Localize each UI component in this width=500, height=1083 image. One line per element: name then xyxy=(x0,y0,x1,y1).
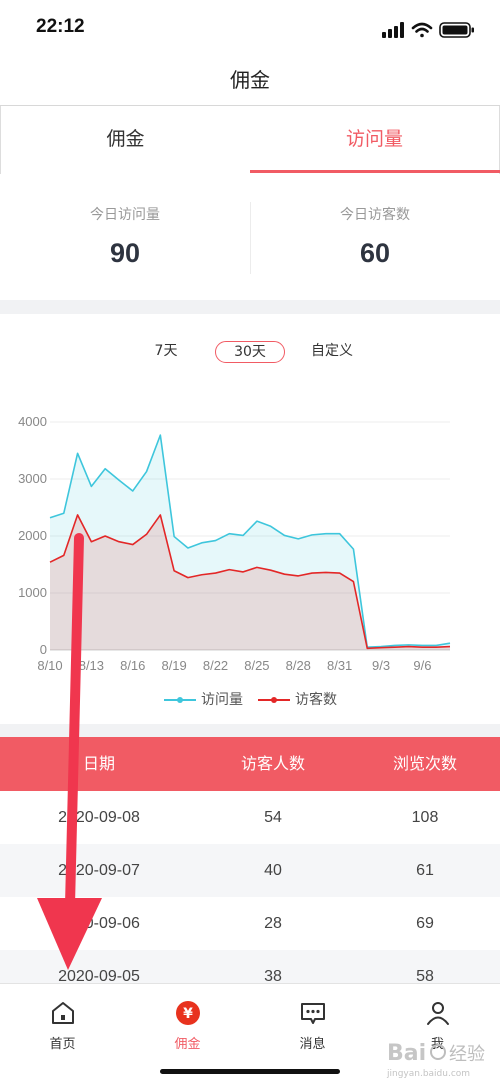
cell-views: 61 xyxy=(416,862,434,879)
x-tick-label: 8/16 xyxy=(120,658,145,673)
table-row: 2020-09-07 40 61 xyxy=(0,844,500,897)
section-gap xyxy=(0,300,500,314)
cell-visitors: 28 xyxy=(264,915,282,932)
stat-today-visits: 今日访问量 90 xyxy=(0,176,250,300)
tab-bar: 佣金 访问量 xyxy=(0,106,500,174)
legend-visits-label: 访问量 xyxy=(201,692,243,708)
y-tick-label: 3000 xyxy=(18,471,47,486)
column-header-views: 浏览次数 xyxy=(392,754,457,773)
x-tick-label: 8/13 xyxy=(79,658,104,673)
tabbar-label: 佣金 xyxy=(174,1037,201,1052)
x-tick-label: 8/19 xyxy=(161,658,186,673)
person-icon xyxy=(427,1002,449,1025)
table-row: 2020-09-08 54 108 xyxy=(0,791,500,844)
tabbar-item-messages[interactable]: 消息 xyxy=(250,984,375,1054)
stat-today-visitors: 今日访客数 60 xyxy=(250,176,500,300)
stat-label: 今日访问量 xyxy=(90,207,160,223)
range-30-days-button[interactable]: 30天 xyxy=(215,341,285,363)
cell-date: 2020-09-08 xyxy=(58,809,140,826)
range-selector: 7天 30天 自定义 xyxy=(0,338,500,368)
tabbar-item-commission[interactable]: ¥ 佣金 xyxy=(125,984,250,1054)
stats-panel: 今日访问量 90 今日访客数 60 xyxy=(0,176,500,300)
tab-visits[interactable]: 访问量 xyxy=(250,106,500,174)
tabbar-label: 消息 xyxy=(299,1037,326,1052)
svg-text:¥: ¥ xyxy=(183,1006,193,1022)
status-bar: 22:12 xyxy=(0,0,500,56)
range-custom-button[interactable]: 自定义 xyxy=(302,341,362,363)
y-tick-label: 1000 xyxy=(18,585,47,600)
cell-visitors: 54 xyxy=(264,809,282,826)
y-tick-label: 2000 xyxy=(18,528,47,543)
cell-views: 108 xyxy=(411,809,439,826)
stat-value: 60 xyxy=(359,238,391,268)
status-time: 22:12 xyxy=(36,16,85,37)
x-tick-label: 8/28 xyxy=(286,658,311,673)
home-indicator xyxy=(160,1069,340,1074)
tab-commission[interactable]: 佣金 xyxy=(0,106,250,174)
table-row: 2020-09-06 28 69 xyxy=(0,897,500,950)
legend-visitors-marker xyxy=(258,697,290,703)
x-tick-label: 8/10 xyxy=(37,658,62,673)
stat-label: 今日访客数 xyxy=(340,207,410,223)
column-header-visitors: 访客人数 xyxy=(240,754,305,773)
home-icon xyxy=(52,1002,74,1024)
x-tick-label: 9/3 xyxy=(372,658,390,673)
battery-icon xyxy=(439,22,474,38)
stat-value: 90 xyxy=(109,238,141,268)
column-header-date: 日期 xyxy=(82,754,115,773)
x-tick-label: 8/25 xyxy=(244,658,269,673)
x-tick-label: 9/6 xyxy=(413,658,431,673)
cell-date: 2020-09-06 xyxy=(58,915,140,932)
yen-coin-icon: ¥ xyxy=(176,1001,200,1025)
baidu-jingyan-watermark: Bai 经验 jingyan.baidu.com xyxy=(386,1041,485,1079)
y-tick-label: 4000 xyxy=(18,414,47,429)
status-icons xyxy=(382,22,474,38)
wifi-icon xyxy=(411,22,433,38)
svg-text:jingyan.baidu.com: jingyan.baidu.com xyxy=(386,1069,470,1079)
tabbar-item-home[interactable]: 首页 xyxy=(0,984,125,1054)
visits-chart: 0 1000 2000 3000 4000 8/10 8/13 8/16 8/19 8/22 8/2… xyxy=(18,414,451,673)
svg-text:经验: 经验 xyxy=(449,1044,485,1065)
legend-visitors-label: 访客数 xyxy=(295,692,337,708)
x-tick-label: 8/31 xyxy=(327,658,352,673)
table-header: 日期 访客人数 浏览次数 xyxy=(0,737,500,791)
cell-views: 69 xyxy=(416,915,434,932)
chart-legend: 访问量 访客数 xyxy=(0,688,500,712)
cell-date: 2020-09-07 xyxy=(58,862,140,879)
active-tab-indicator xyxy=(250,170,500,173)
legend-visits-marker xyxy=(164,697,196,703)
message-icon xyxy=(301,1003,325,1024)
range-7-days-button[interactable]: 7天 xyxy=(146,341,186,363)
cell-visitors: 40 xyxy=(264,862,282,879)
y-tick-label: 0 xyxy=(40,642,47,657)
tabbar-label: 首页 xyxy=(49,1037,76,1052)
svg-text:Bai: Bai xyxy=(387,1041,426,1066)
x-tick-label: 8/22 xyxy=(203,658,228,673)
page-title: 佣金 xyxy=(230,68,270,92)
section-gap xyxy=(0,724,500,737)
signal-icon xyxy=(382,22,404,38)
